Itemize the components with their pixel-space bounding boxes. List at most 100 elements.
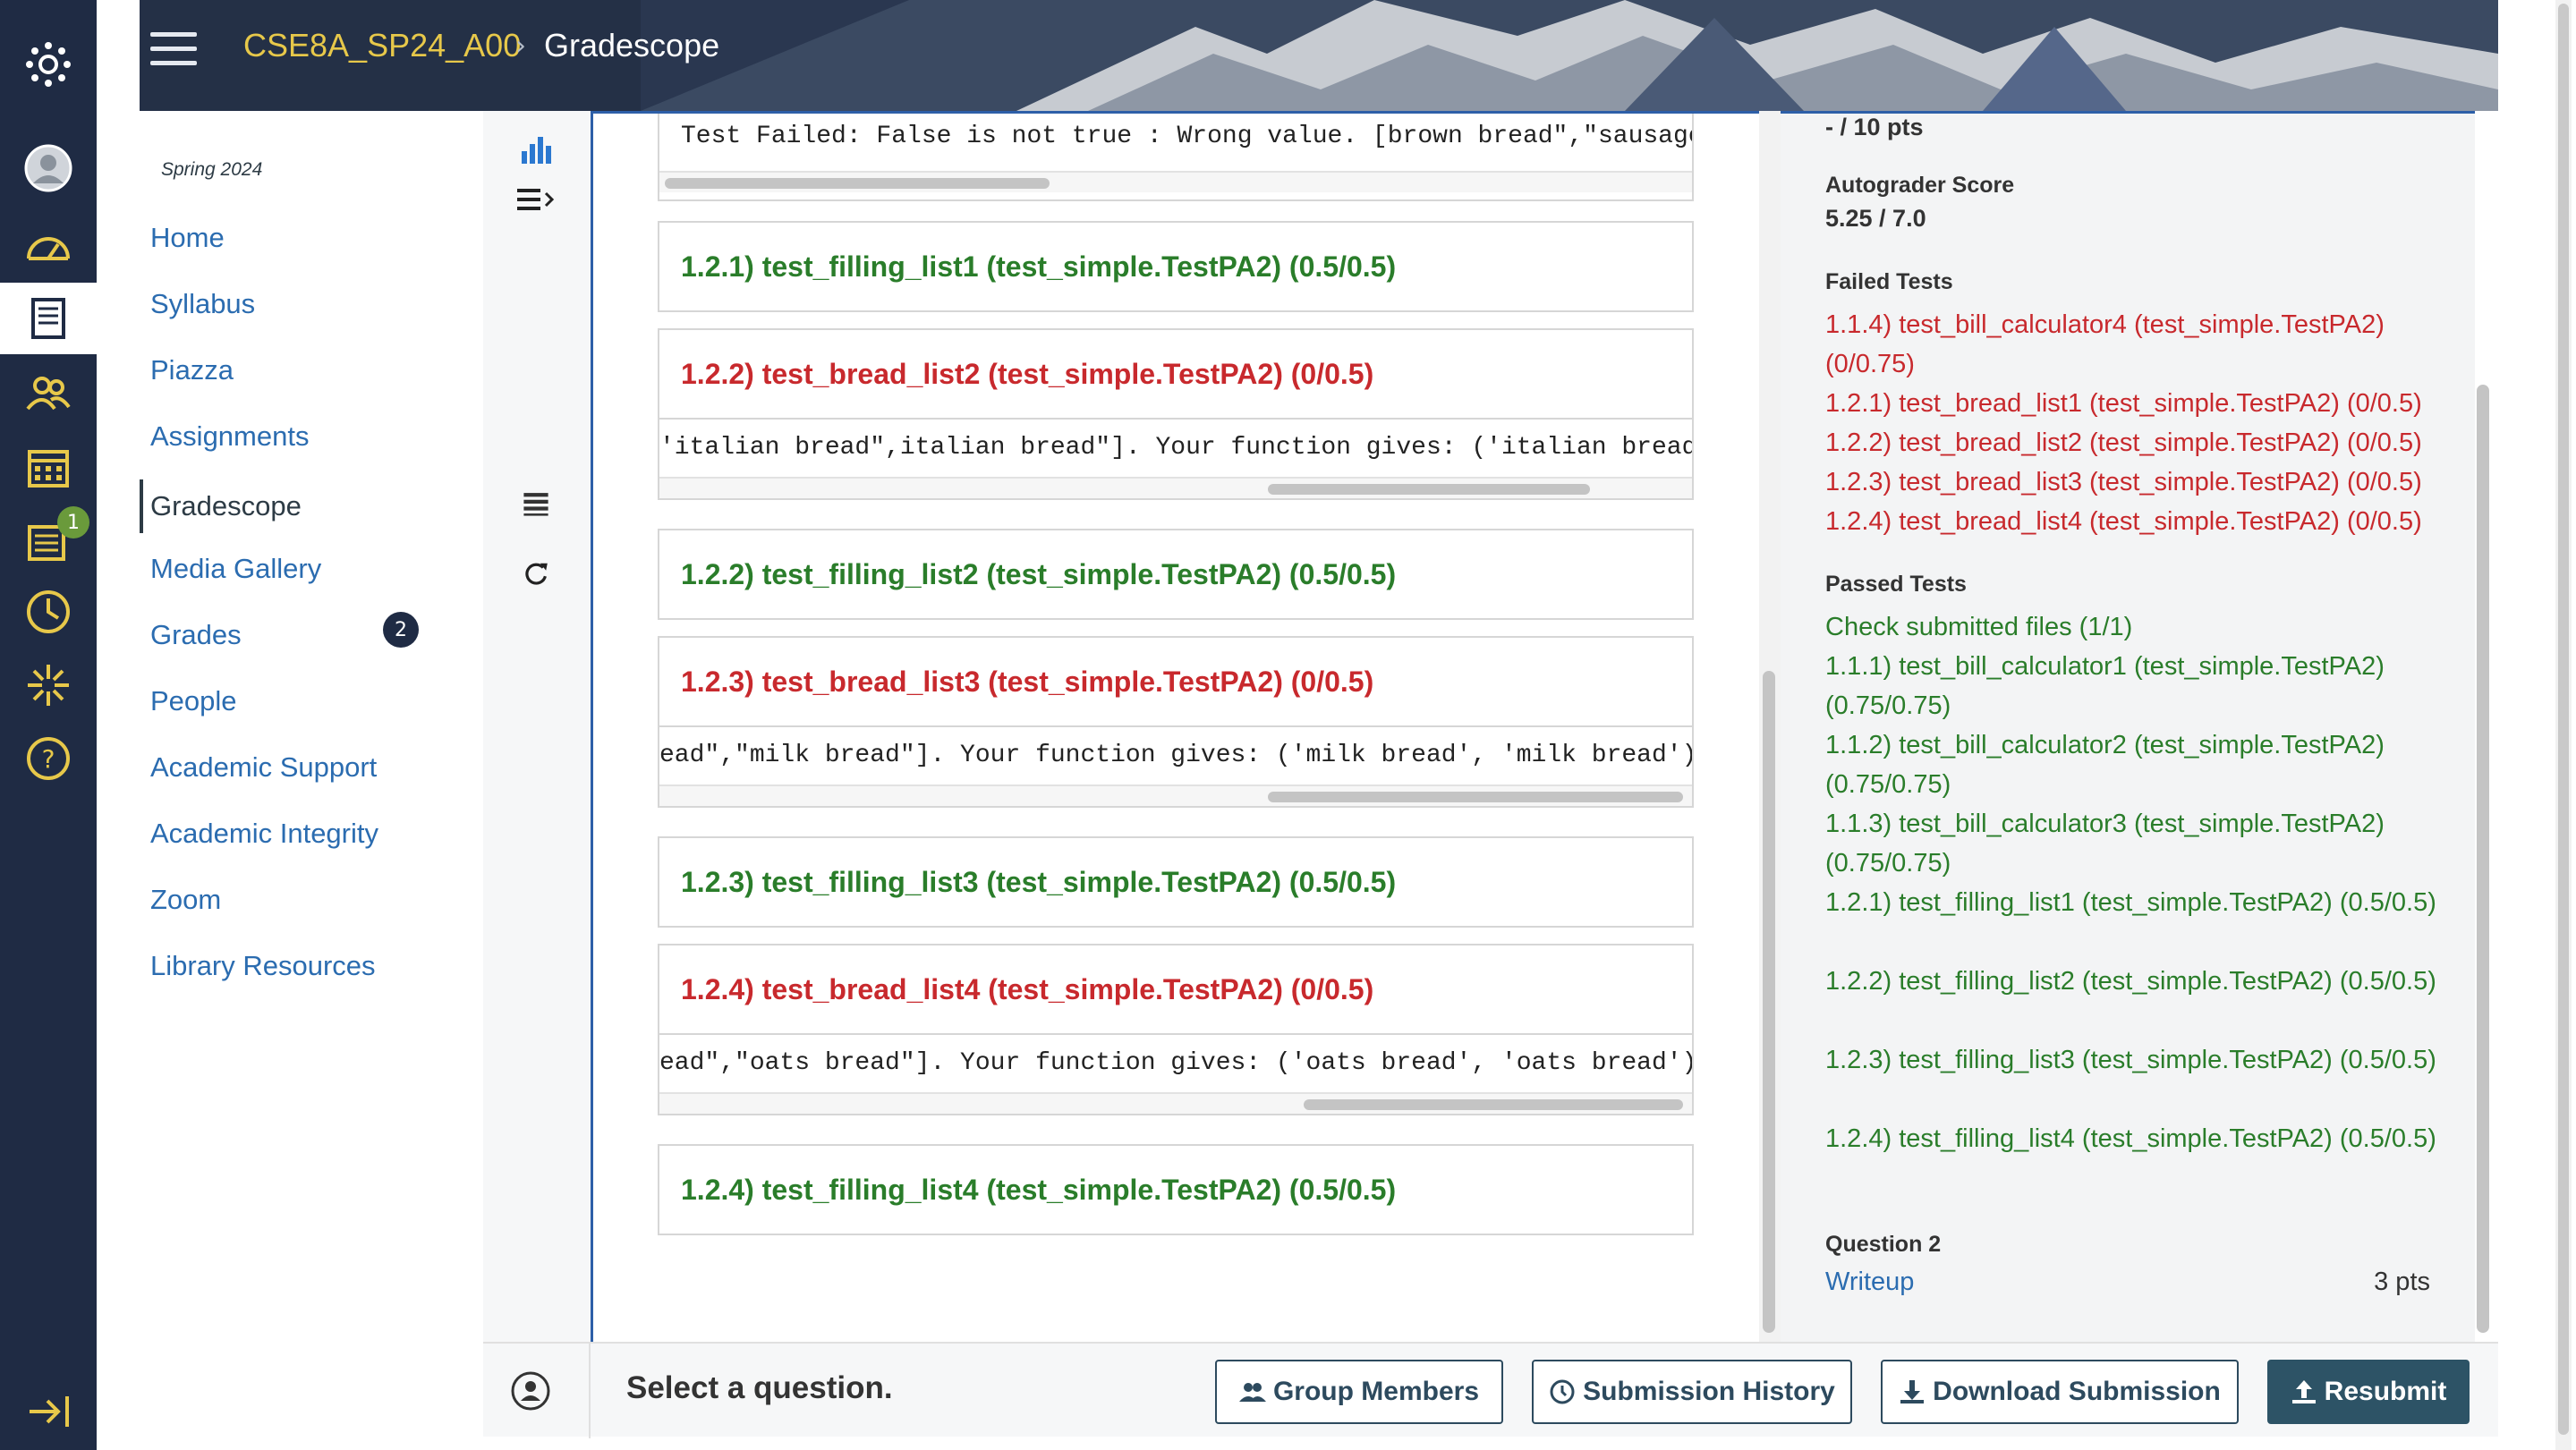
group-members-button[interactable]: Group Members bbox=[1215, 1360, 1503, 1424]
course-nav-media-gallery[interactable]: Media Gallery bbox=[150, 553, 321, 585]
test-output-text: ead","oats bread"]. Your function gives:… bbox=[659, 1049, 1692, 1077]
passed-test-link[interactable]: 1.1.1) test_bill_calculator1 (test_simpl… bbox=[1825, 647, 2452, 725]
svg-text:?: ? bbox=[42, 744, 55, 774]
outline-toggle-icon[interactable] bbox=[515, 179, 557, 220]
test-result-title[interactable]: 1.2.4) test_bread_list4 (test_simple.Tes… bbox=[659, 945, 1692, 1033]
term-label: Spring 2024 bbox=[161, 159, 263, 180]
failed-test-link[interactable]: 1.2.4) test_bread_list4 (test_simple.Tes… bbox=[1825, 502, 2452, 541]
course-nav-people[interactable]: People bbox=[150, 685, 237, 717]
test-result-title[interactable]: 1.2.2) test_filling_list2 (test_simple.T… bbox=[659, 530, 1692, 618]
course-nav-academic-support[interactable]: Academic Support bbox=[150, 751, 377, 784]
upload-icon bbox=[2291, 1380, 2316, 1403]
logo-icon[interactable] bbox=[21, 38, 75, 91]
course-nav-zoom[interactable]: Zoom bbox=[150, 884, 221, 916]
breadcrumb-separator: › bbox=[515, 30, 526, 62]
test-output-text: 'italian bread",italian bread"]. Your fu… bbox=[659, 434, 1692, 462]
help-icon[interactable]: ? bbox=[21, 732, 75, 785]
test-result[interactable]: 1.2.2) test_bread_list2 (test_simple.Tes… bbox=[658, 328, 1694, 500]
users-icon bbox=[1238, 1383, 1266, 1402]
passed-test-link[interactable]: 1.2.3) test_filling_list3 (test_simple.T… bbox=[1825, 1040, 2452, 1080]
failed-test-link[interactable]: 1.2.2) test_bread_list2 (test_simple.Tes… bbox=[1825, 423, 2452, 462]
page-scrollbar[interactable] bbox=[2555, 0, 2572, 1450]
list-view-icon[interactable] bbox=[515, 483, 557, 524]
course-nav-academic-integrity[interactable]: Academic Integrity bbox=[150, 818, 378, 850]
test-result[interactable]: 1.2.1) test_filling_list1 (test_simple.T… bbox=[658, 221, 1694, 312]
refresh-icon[interactable] bbox=[515, 553, 557, 594]
resubmit-label: Resubmit bbox=[2324, 1377, 2447, 1406]
output-scrollbar[interactable] bbox=[659, 171, 1692, 192]
course-header: CSE8A_SP24_A00 › Gradescope bbox=[140, 0, 2498, 111]
course-nav-home[interactable]: Home bbox=[150, 222, 225, 254]
passed-test-link[interactable]: 1.2.4) test_filling_list4 (test_simple.T… bbox=[1825, 1119, 2452, 1158]
test-result-title[interactable]: 1.2.3) test_bread_list3 (test_simple.Tes… bbox=[659, 638, 1692, 725]
download-icon bbox=[1900, 1380, 1925, 1403]
submission-history-label: Submission History bbox=[1583, 1377, 1835, 1406]
course-nav-syllabus[interactable]: Syllabus bbox=[150, 288, 255, 320]
history-icon[interactable] bbox=[21, 585, 75, 639]
test-output-panel: Test Failed: False is not true : Wrong v… bbox=[658, 114, 1694, 201]
global-nav: 1 ? bbox=[0, 0, 97, 1450]
download-submission-label: Download Submission bbox=[1933, 1377, 2221, 1406]
breadcrumb-page: Gradescope bbox=[544, 27, 720, 64]
dashboard-icon[interactable] bbox=[21, 220, 75, 274]
inbox-badge: 1 bbox=[57, 506, 89, 538]
collapse-icon[interactable] bbox=[21, 1385, 75, 1438]
breadcrumb-course[interactable]: CSE8A_SP24_A00 bbox=[243, 27, 521, 64]
test-result[interactable]: 1.2.3) test_bread_list3 (test_simple.Tes… bbox=[658, 636, 1694, 808]
submission-action-bar: Select a question. Group Members Submiss… bbox=[483, 1342, 2498, 1438]
grades-badge: 2 bbox=[383, 612, 419, 648]
results-scrollbar-thumb[interactable] bbox=[1763, 671, 1775, 1333]
header-banner-image bbox=[641, 0, 2498, 111]
autograder-results: Test Failed: False is not true : Wrong v… bbox=[591, 111, 1759, 1342]
studio-icon[interactable] bbox=[21, 658, 75, 712]
passed-test-link[interactable]: Check submitted files (1/1) bbox=[1825, 607, 2452, 647]
output-scrollbar[interactable] bbox=[659, 1092, 1692, 1114]
question-2-label: Question 2 bbox=[1825, 1232, 1942, 1257]
test-output-text: Test Failed: False is not true : Wrong v… bbox=[681, 123, 1692, 150]
total-score: - / 10 pts bbox=[1825, 114, 1924, 140]
score-sidebar: - / 10 pts Autograder Score 5.25 / 7.0 F… bbox=[1781, 111, 2475, 1342]
test-result[interactable]: 1.2.3) test_filling_list3 (test_simple.T… bbox=[658, 836, 1694, 928]
passed-test-link[interactable]: 1.1.2) test_bill_calculator2 (test_simpl… bbox=[1825, 725, 2452, 804]
sidebar-scrollbar-thumb[interactable] bbox=[2477, 385, 2489, 1333]
course-nav-piazza[interactable]: Piazza bbox=[150, 354, 234, 386]
statistics-icon[interactable] bbox=[515, 129, 557, 170]
test-result-title[interactable]: 1.2.1) test_filling_list1 (test_simple.T… bbox=[659, 223, 1692, 310]
passed-tests-label: Passed Tests bbox=[1825, 572, 1967, 597]
test-result[interactable]: 1.2.2) test_filling_list2 (test_simple.T… bbox=[658, 529, 1694, 620]
account-icon[interactable] bbox=[21, 141, 75, 195]
groups-icon[interactable] bbox=[21, 367, 75, 420]
courses-icon[interactable] bbox=[21, 292, 75, 345]
download-submission-button[interactable]: Download Submission bbox=[1881, 1360, 2239, 1424]
course-nav-library-resources[interactable]: Library Resources bbox=[150, 950, 376, 982]
test-result[interactable]: 1.2.4) test_bread_list4 (test_simple.Tes… bbox=[658, 944, 1694, 1115]
failed-test-link[interactable]: 1.2.1) test_bread_list1 (test_simple.Tes… bbox=[1825, 384, 2452, 423]
failed-test-link[interactable]: 1.1.4) test_bill_calculator4 (test_simpl… bbox=[1825, 305, 2452, 384]
test-result-title[interactable]: 1.2.4) test_filling_list4 (test_simple.T… bbox=[659, 1146, 1692, 1234]
select-question-prompt: Select a question. bbox=[626, 1370, 893, 1405]
test-result[interactable]: 1.2.4) test_filling_list4 (test_simple.T… bbox=[658, 1144, 1694, 1235]
test-result-title[interactable]: 1.2.2) test_bread_list2 (test_simple.Tes… bbox=[659, 330, 1692, 418]
course-nav-assignments[interactable]: Assignments bbox=[150, 420, 309, 453]
user-circle-icon[interactable] bbox=[510, 1370, 551, 1412]
passed-test-link[interactable]: 1.2.2) test_filling_list2 (test_simple.T… bbox=[1825, 962, 2452, 1001]
course-nav-grades[interactable]: Grades bbox=[150, 619, 242, 651]
test-output-text: ead","milk bread"]. Your function gives:… bbox=[659, 742, 1692, 769]
failed-test-link[interactable]: 1.2.3) test_bread_list3 (test_simple.Tes… bbox=[1825, 462, 2452, 502]
course-nav: Spring 2024 Home Syllabus Piazza Assignm… bbox=[140, 111, 480, 1450]
submission-history-button[interactable]: Submission History bbox=[1532, 1360, 1852, 1424]
passed-test-link[interactable]: 1.2.1) test_filling_list1 (test_simple.T… bbox=[1825, 883, 2452, 922]
hamburger-menu-button[interactable] bbox=[150, 32, 197, 65]
question-2-points: 3 pts bbox=[2374, 1268, 2430, 1296]
question-2-writeup-link[interactable]: Writeup bbox=[1825, 1268, 1914, 1297]
output-scrollbar[interactable] bbox=[659, 477, 1692, 498]
failed-tests-label: Failed Tests bbox=[1825, 269, 1953, 294]
resubmit-button[interactable]: Resubmit bbox=[2267, 1360, 2470, 1424]
clock-icon bbox=[1550, 1379, 1575, 1404]
autograder-score-label: Autograder Score bbox=[1825, 173, 2015, 198]
calendar-icon[interactable] bbox=[21, 440, 75, 494]
output-scrollbar[interactable] bbox=[659, 784, 1692, 806]
course-nav-gradescope[interactable]: Gradescope bbox=[140, 479, 302, 533]
test-result-title[interactable]: 1.2.3) test_filling_list3 (test_simple.T… bbox=[659, 838, 1692, 926]
passed-test-link[interactable]: 1.1.3) test_bill_calculator3 (test_simpl… bbox=[1825, 804, 2452, 883]
